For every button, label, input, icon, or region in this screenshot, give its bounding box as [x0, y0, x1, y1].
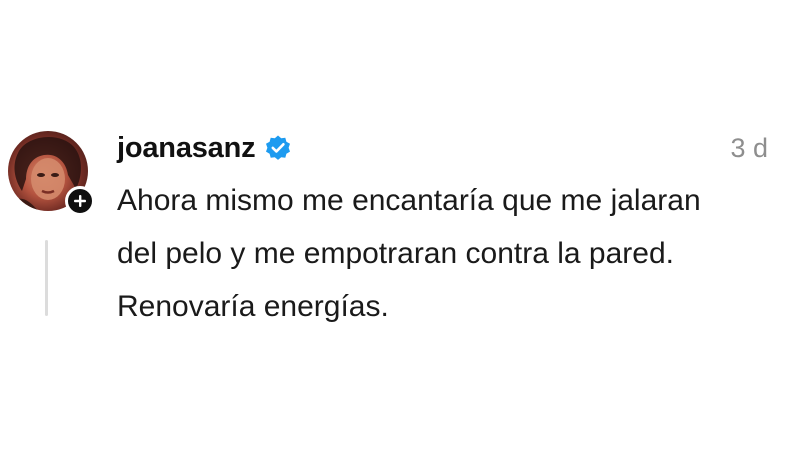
comment-item: joanasanz 3 d Ahora mismo me encantaría … — [0, 0, 800, 450]
comment-line: del pelo y me empotraran contra la pared… — [117, 237, 674, 270]
plus-icon — [74, 195, 86, 207]
follow-plus-button[interactable] — [65, 186, 95, 216]
comment-line: Renovaría energías. — [117, 290, 389, 323]
timestamp: 3 d — [730, 133, 768, 163]
comment-text: Ahora mismo me encantaría que me jalaran… — [117, 174, 787, 333]
verified-badge-icon — [264, 134, 292, 162]
comment-header: joanasanz — [117, 128, 292, 168]
avatar-container[interactable] — [8, 131, 95, 216]
comment-line: Ahora mismo me encantaría que me jalaran — [117, 184, 701, 217]
thread-line — [45, 240, 48, 316]
username[interactable]: joanasanz — [117, 128, 256, 168]
